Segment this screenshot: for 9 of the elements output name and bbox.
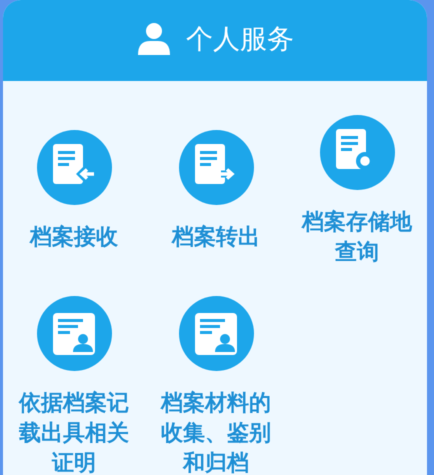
service-link[interactable]: 依据档案记载出具相关证明: [12, 389, 136, 475]
service-link[interactable]: 档案存储地查询: [295, 208, 419, 268]
certificate-person-icon[interactable]: [36, 296, 112, 371]
service-link[interactable]: 档案材料的收集、鉴别和归档: [154, 389, 278, 475]
certificate-person-icon[interactable]: [178, 296, 254, 371]
panel-title: 个人服务: [186, 22, 294, 56]
service-link[interactable]: 档案接收: [12, 223, 136, 253]
service-link[interactable]: 档案转出: [154, 223, 278, 253]
user-icon: [136, 22, 172, 54]
